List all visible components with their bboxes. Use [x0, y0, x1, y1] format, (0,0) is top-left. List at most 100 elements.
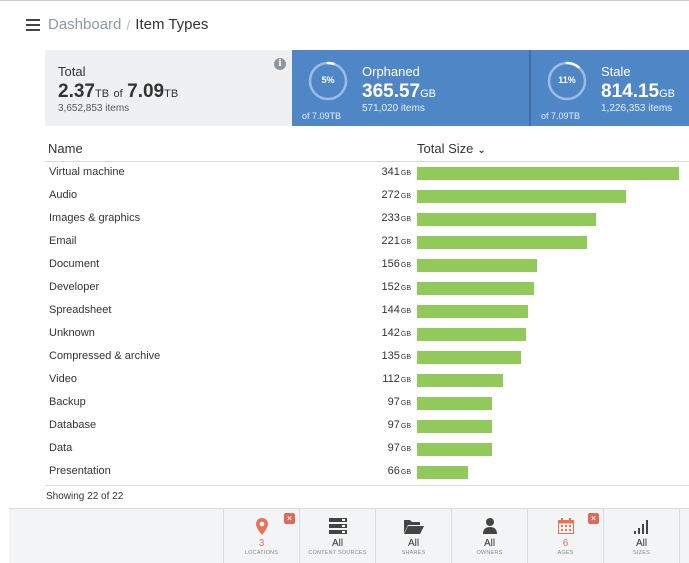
- table-footer: Showing 22 of 22: [45, 485, 689, 502]
- column-header-total-size[interactable]: Total Size ⌄: [417, 141, 486, 156]
- filter-label: AGES: [557, 550, 574, 556]
- item-type-name: Audio: [49, 189, 78, 201]
- filter-sizes[interactable]: All SIZES: [604, 509, 680, 563]
- header: Dashboard / Item Types: [0, 0, 689, 48]
- filter-label: SIZES: [633, 550, 650, 556]
- size-bar: [417, 259, 537, 272]
- item-type-name: Presentation: [49, 465, 111, 477]
- size-bar: [417, 466, 468, 479]
- item-type-name: Video: [49, 373, 77, 385]
- item-type-name: Document: [49, 258, 100, 270]
- item-type-name: Unknown: [49, 327, 95, 339]
- summary-cards: Total 2.37TB of 7.09TB 3,652,853 items i…: [45, 50, 689, 126]
- user-icon: [452, 516, 527, 536]
- stale-size: 814.15GB: [601, 81, 676, 102]
- filter-value: All: [483, 538, 496, 549]
- table-body: Virtual machine 341GB Audio 272GB Images & g…: [45, 162, 689, 484]
- stale-title: Stale: [601, 64, 631, 79]
- filter-ages[interactable]: 6 AGES ×: [528, 509, 604, 563]
- table-row[interactable]: Presentation 66GB: [45, 461, 689, 484]
- size-bar: [417, 351, 521, 364]
- filter-value: All: [635, 538, 648, 549]
- item-type-size: 66GB: [387, 465, 411, 477]
- item-type-size: 97GB: [387, 396, 411, 408]
- filter-label: LOCATIONS: [244, 550, 279, 556]
- table-row[interactable]: Backup 97GB: [45, 392, 689, 415]
- size-bar: [417, 236, 587, 249]
- item-type-size: 272GB: [381, 189, 411, 201]
- item-type-size: 156GB: [381, 258, 411, 270]
- info-icon[interactable]: i: [274, 58, 286, 70]
- item-type-name: Database: [49, 419, 97, 431]
- table-header: Name Total Size ⌄: [45, 137, 689, 162]
- item-type-name: Developer: [49, 281, 100, 293]
- item-type-size: 135GB: [381, 350, 411, 362]
- item-type-size: 112GB: [382, 373, 411, 385]
- clear-filter-icon[interactable]: ×: [588, 513, 599, 524]
- table-row[interactable]: Audio 272GB: [45, 185, 689, 208]
- table-row[interactable]: Database 97GB: [45, 415, 689, 438]
- clear-filter-icon[interactable]: ×: [284, 513, 295, 524]
- table-row[interactable]: Developer 152GB: [45, 277, 689, 300]
- size-bar: [417, 443, 492, 456]
- hamburger-menu-icon[interactable]: [26, 18, 40, 31]
- item-type-size: 142GB: [381, 327, 411, 339]
- table-row[interactable]: Data 97GB: [45, 438, 689, 461]
- table-row[interactable]: Spreadsheet 144GB: [45, 300, 689, 323]
- total-card: Total 2.37TB of 7.09TB 3,652,853 items i: [45, 50, 292, 126]
- stale-of-total: of 7.09TB: [541, 111, 581, 121]
- size-bar: [417, 190, 626, 203]
- item-type-size: 233GB: [381, 212, 411, 224]
- total-items: 3,652,853 items: [58, 103, 130, 114]
- size-bar: [417, 305, 528, 318]
- filter-label: SHARES: [401, 550, 426, 556]
- size-bar: [417, 420, 492, 433]
- item-type-size: 152GB: [381, 281, 411, 293]
- filter-value: 6: [562, 538, 569, 549]
- table-row[interactable]: Images & graphics 233GB: [45, 208, 689, 231]
- total-title: Total: [58, 64, 86, 79]
- size-bar: [417, 374, 503, 387]
- column-header-name[interactable]: Name: [48, 141, 83, 156]
- item-type-name: Backup: [49, 396, 86, 408]
- page-title: Item Types: [135, 16, 209, 33]
- table-row[interactable]: Unknown 142GB: [45, 323, 689, 346]
- item-type-size: 97GB: [387, 442, 411, 454]
- table-row[interactable]: Document 156GB: [45, 254, 689, 277]
- item-type-name: Email: [49, 235, 77, 247]
- orphaned-card[interactable]: 5% of 7.09TB Orphaned 365.57GB 571,020 i…: [292, 50, 529, 126]
- orphaned-size: 365.57GB: [362, 81, 437, 102]
- orphaned-title: Orphaned: [362, 64, 420, 79]
- folder-open-icon: [376, 516, 451, 536]
- filter-bar: 3 LOCATIONS × All CONTENT SOURCES All SHARES Al…: [9, 508, 689, 563]
- breadcrumb-dashboard-link[interactable]: Dashboard: [48, 16, 121, 33]
- filter-value: All: [331, 538, 344, 549]
- stale-card[interactable]: 11% of 7.09TB Stale 814.15GB 1,226,353 i…: [529, 50, 689, 126]
- filter-bar-spacer: [9, 509, 224, 563]
- table-row[interactable]: Compressed & archive 135GB: [45, 346, 689, 369]
- item-type-size: 144GB: [381, 304, 411, 316]
- filter-content-sources[interactable]: All CONTENT SOURCES: [300, 509, 376, 563]
- filter-shares[interactable]: All SHARES: [376, 509, 452, 563]
- size-bar: [417, 213, 596, 226]
- item-type-size: 221GB: [381, 235, 411, 247]
- table-row[interactable]: Email 221GB: [45, 231, 689, 254]
- filter-locations[interactable]: 3 LOCATIONS ×: [224, 509, 300, 563]
- size-bar: [417, 282, 534, 295]
- orphaned-percent: 5%: [321, 75, 335, 85]
- item-type-size: 97GB: [387, 419, 411, 431]
- stale-percent: 11%: [558, 75, 576, 85]
- orphaned-of-total: of 7.09TB: [302, 111, 342, 121]
- item-type-name: Images & graphics: [49, 212, 141, 224]
- item-type-name: Data: [49, 442, 73, 454]
- item-types-table: Name Total Size ⌄ Virtual machine 341GB Aud…: [45, 137, 689, 502]
- item-type-name: Virtual machine: [49, 166, 125, 178]
- size-bar: [417, 167, 679, 180]
- size-bar: [417, 397, 492, 410]
- chevron-down-icon: ⌄: [477, 145, 486, 156]
- size-bar: [417, 328, 526, 341]
- filter-owners[interactable]: All OWNERS: [452, 509, 528, 563]
- table-row[interactable]: Video 112GB: [45, 369, 689, 392]
- table-row[interactable]: Virtual machine 341GB: [45, 162, 689, 185]
- orphaned-items: 571,020 items: [362, 103, 425, 114]
